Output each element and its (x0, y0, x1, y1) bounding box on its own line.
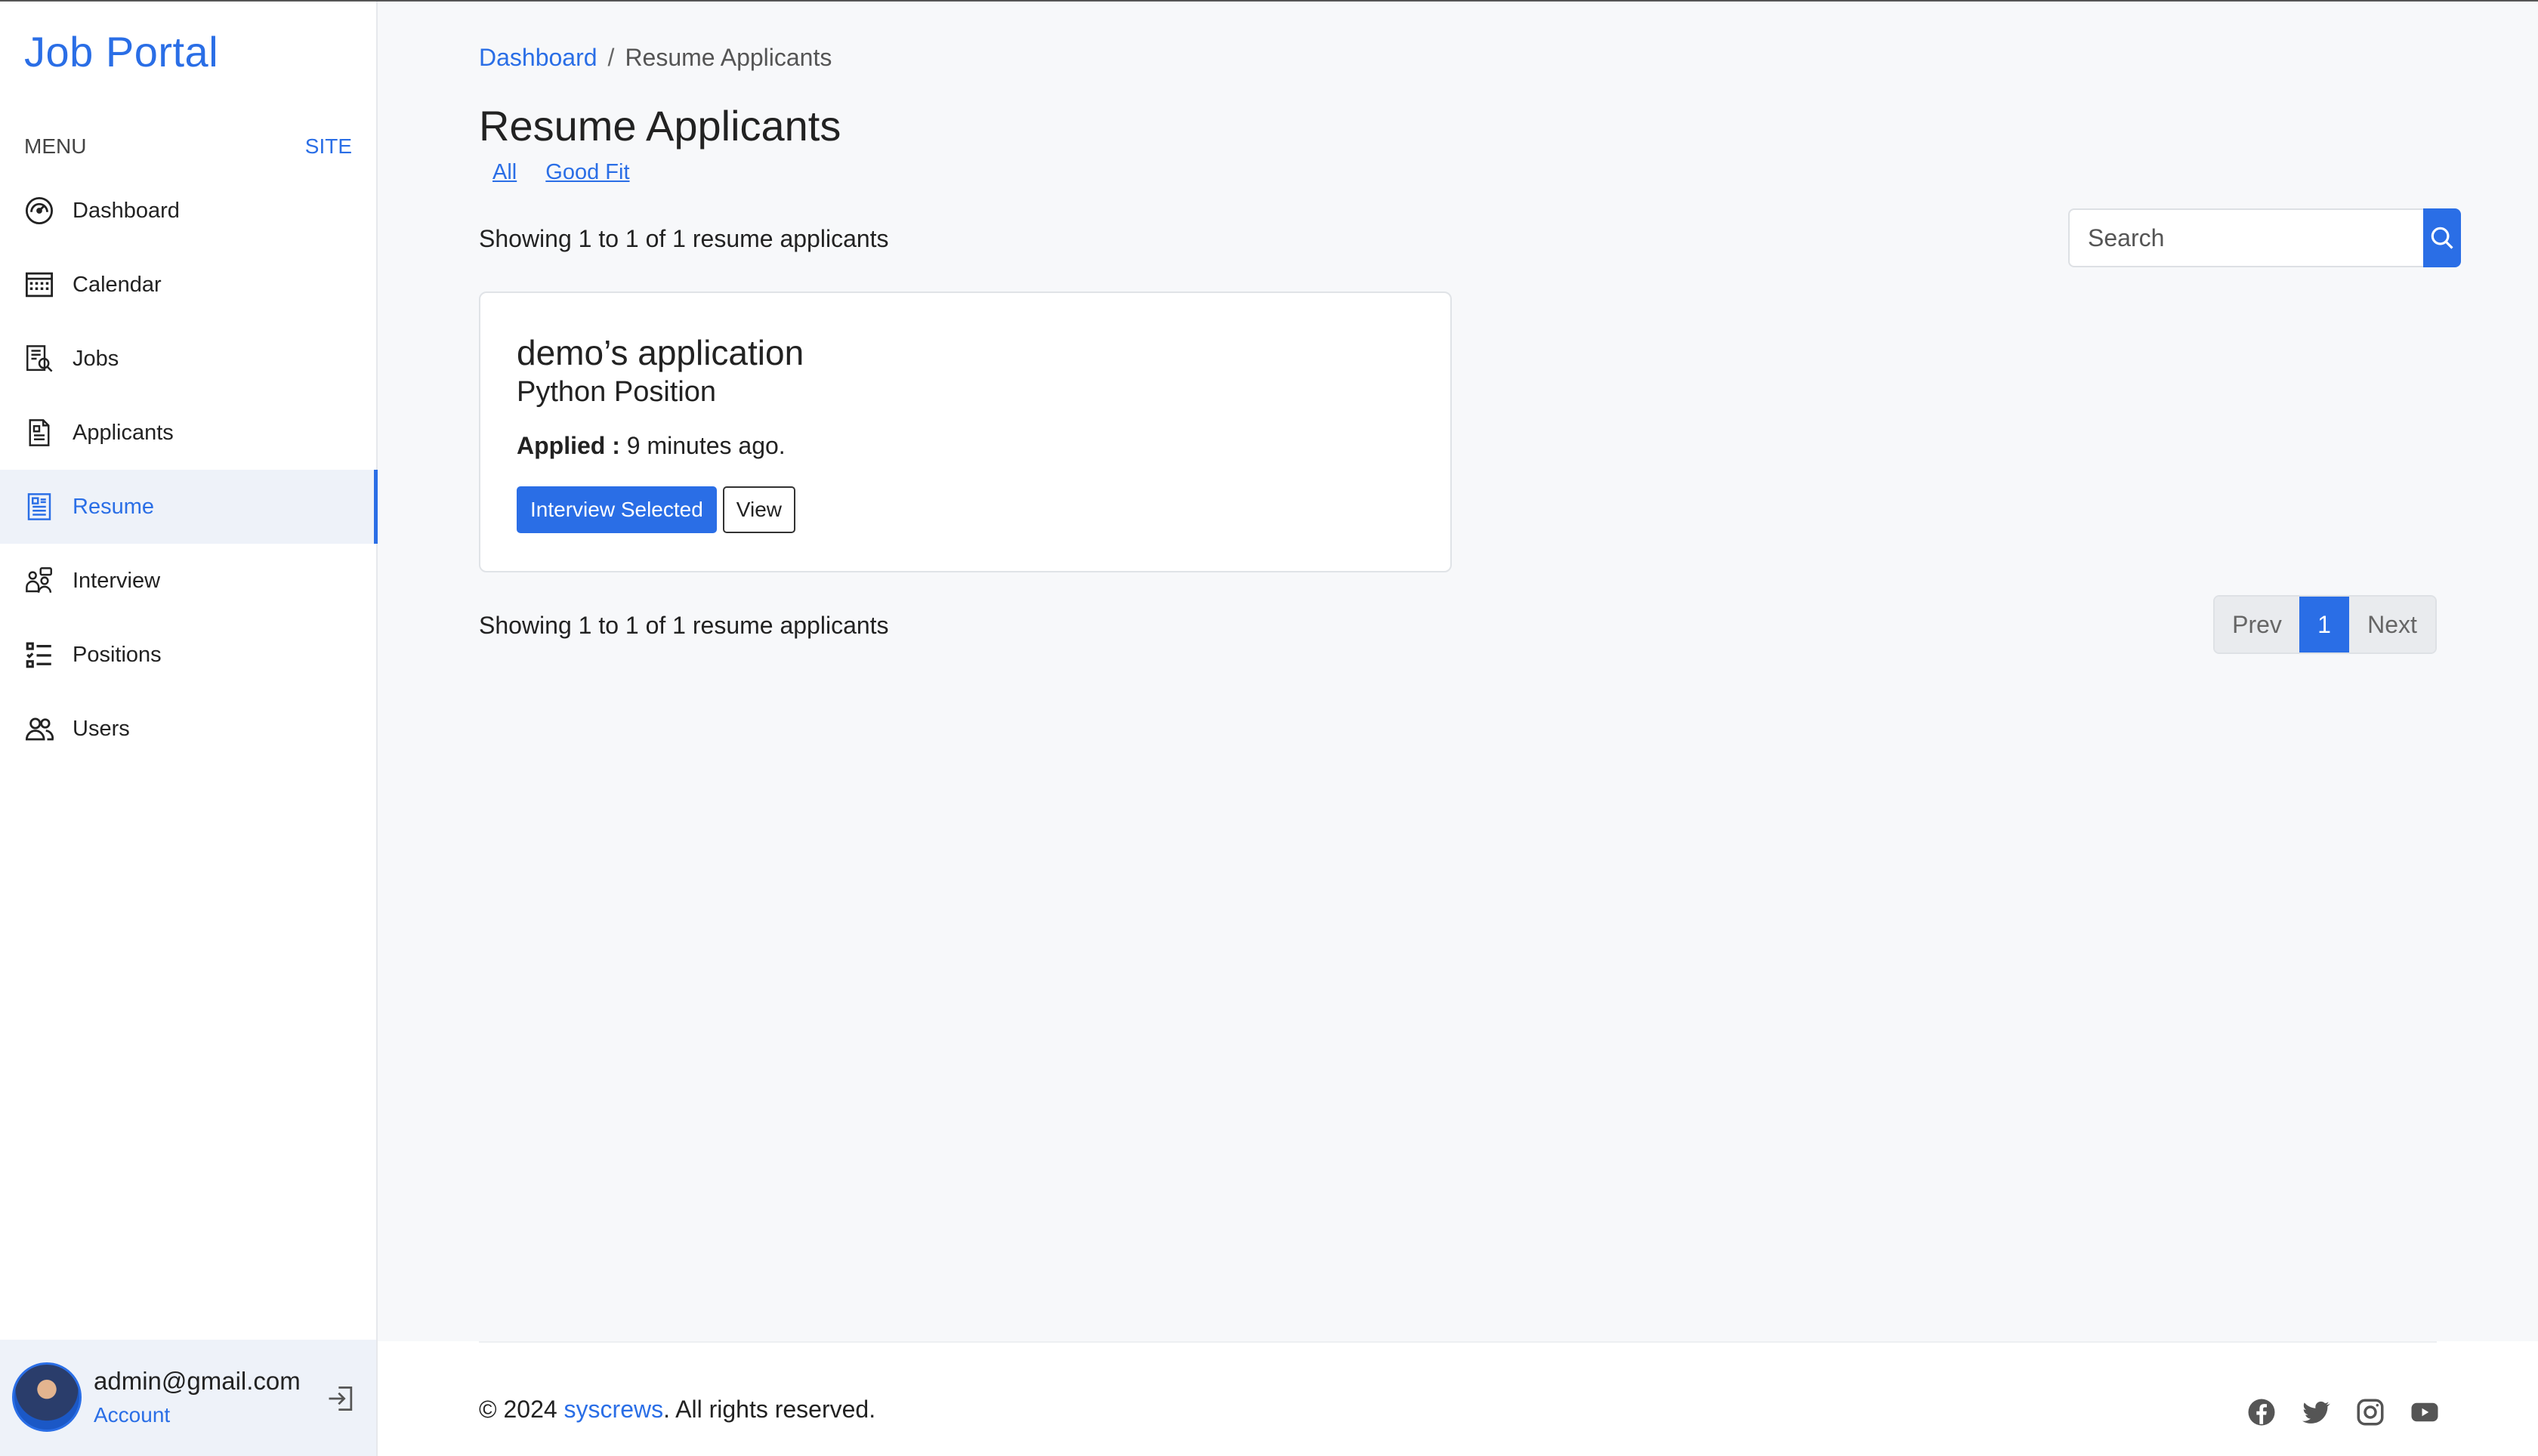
sidebar-item-jobs[interactable]: Jobs (0, 322, 378, 396)
twitter-icon[interactable] (2299, 1396, 2333, 1429)
view-button[interactable]: View (722, 486, 795, 533)
avatar[interactable] (12, 1362, 82, 1432)
filter-all-link[interactable]: All (492, 160, 517, 184)
application-card: demo’s application Python Position Appli… (479, 292, 1452, 572)
copyright-prefix: © 2024 (479, 1396, 564, 1423)
search-icon (2428, 224, 2456, 252)
jobs-search-icon (23, 342, 56, 375)
results-count-bottom: Showing 1 to 1 of 1 resume applicants (479, 612, 889, 639)
youtube-icon[interactable] (2408, 1396, 2441, 1429)
breadcrumb-dashboard-link[interactable]: Dashboard (479, 44, 597, 71)
menu-header: MENU SITE (24, 134, 352, 159)
filter-good-fit-link[interactable]: Good Fit (545, 160, 629, 184)
sidebar-item-label: Jobs (73, 346, 119, 371)
calendar-icon (23, 268, 56, 301)
sidebar-item-interview[interactable]: Interview (0, 544, 378, 618)
account-email: admin@gmail.com (94, 1367, 301, 1395)
application-applied: Applied : 9 minutes ago. (517, 432, 786, 460)
pagination-prev[interactable]: Prev (2215, 597, 2299, 652)
sidebar-item-label: Resume (73, 494, 154, 519)
search-bar (2068, 208, 2461, 267)
footer: © 2024 syscrews. All rights reserved. (378, 1341, 2538, 1456)
brand-logo[interactable]: Job Portal (24, 27, 218, 76)
sidebar: Job Portal MENU SITE Dashboard Calendar … (0, 2, 378, 1456)
sidebar-nav: Dashboard Calendar Jobs Applicants Resum… (0, 174, 378, 766)
resume-icon (23, 490, 56, 523)
site-link[interactable]: SITE (305, 134, 352, 159)
facebook-icon[interactable] (2245, 1396, 2278, 1429)
sidebar-item-label: Users (73, 716, 130, 741)
menu-label: MENU (24, 134, 87, 158)
pagination-next[interactable]: Next (2349, 597, 2435, 652)
sidebar-item-users[interactable]: Users (0, 692, 378, 766)
copyright-suffix: . All rights reserved. (663, 1396, 876, 1423)
sidebar-item-label: Applicants (73, 420, 174, 445)
instagram-icon[interactable] (2354, 1396, 2387, 1429)
document-icon (23, 416, 56, 449)
sidebar-item-applicants[interactable]: Applicants (0, 396, 378, 470)
filter-links: All Good Fit (492, 160, 653, 185)
application-title: demo’s application (517, 333, 804, 372)
sidebar-item-label: Interview (73, 568, 161, 593)
checklist-icon (23, 638, 56, 671)
footer-divider (479, 1341, 2437, 1343)
copyright: © 2024 syscrews. All rights reserved. (479, 1396, 875, 1424)
application-actions: Interview Selected View (517, 486, 795, 533)
company-link[interactable]: syscrews (564, 1396, 664, 1423)
account-panel[interactable]: admin@gmail.com Account (0, 1340, 376, 1456)
breadcrumb-separator: / (607, 44, 615, 71)
sidebar-item-calendar[interactable]: Calendar (0, 248, 378, 322)
breadcrumb: Dashboard / Resume Applicants (479, 44, 832, 72)
social-links (2224, 1396, 2441, 1429)
search-input[interactable] (2068, 208, 2423, 267)
speedometer-icon (23, 194, 56, 227)
account-link[interactable]: Account (94, 1403, 170, 1427)
breadcrumb-current: Resume Applicants (625, 44, 832, 71)
applied-time: 9 minutes ago. (626, 432, 786, 459)
logout-icon[interactable] (325, 1382, 358, 1415)
pagination-page-1[interactable]: 1 (2299, 597, 2349, 652)
applied-label: Applied : (517, 432, 620, 459)
results-count-top: Showing 1 to 1 of 1 resume applicants (479, 225, 889, 252)
sidebar-item-positions[interactable]: Positions (0, 618, 378, 692)
sidebar-item-label: Dashboard (73, 198, 180, 223)
sidebar-item-label: Calendar (73, 272, 162, 297)
sidebar-item-resume[interactable]: Resume (0, 470, 378, 544)
sidebar-item-label: Positions (73, 642, 162, 667)
pagination: Prev 1 Next (2213, 595, 2437, 654)
interview-selected-button[interactable]: Interview Selected (517, 486, 717, 533)
users-icon (23, 712, 56, 745)
search-button[interactable] (2423, 208, 2461, 267)
page-title: Resume Applicants (479, 102, 841, 150)
application-position: Python Position (517, 376, 717, 408)
interview-icon (23, 564, 56, 597)
sidebar-item-dashboard[interactable]: Dashboard (0, 174, 378, 248)
